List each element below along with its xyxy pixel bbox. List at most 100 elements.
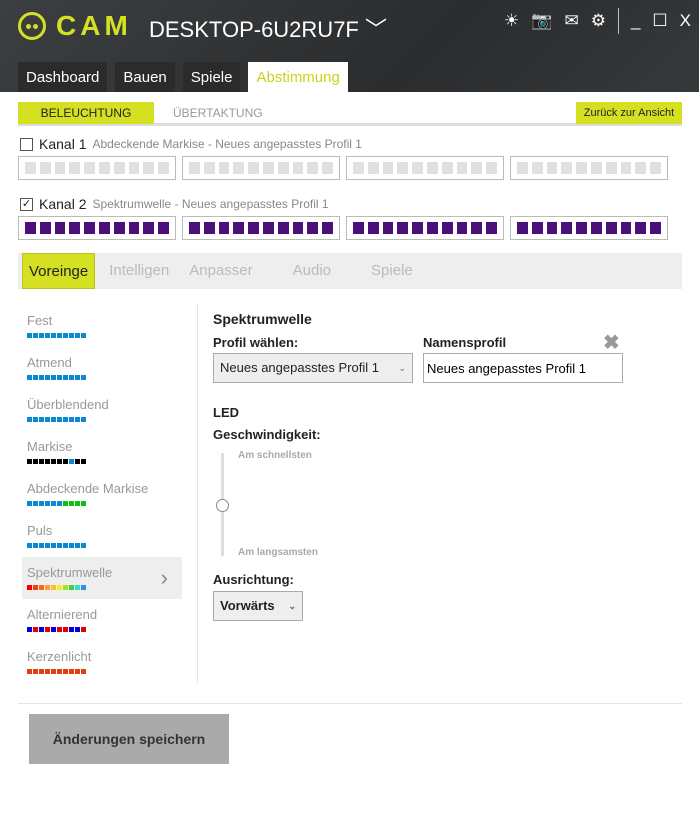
led <box>277 162 289 174</box>
mode-tab-audio[interactable]: Audio <box>287 253 337 289</box>
divider <box>18 703 682 704</box>
swatch-square <box>51 669 56 674</box>
delete-profile-icon[interactable]: ✖ <box>603 330 620 355</box>
swatch-square <box>63 375 68 380</box>
tab-bauen[interactable]: Bauen <box>115 62 175 92</box>
led-zone[interactable] <box>346 216 504 240</box>
led <box>561 162 573 174</box>
led <box>367 222 379 234</box>
led <box>531 162 543 174</box>
swatch-square <box>45 417 50 422</box>
led <box>113 222 125 234</box>
subtab-beleuchtung[interactable]: BELEUCHTUNG <box>18 102 154 124</box>
led <box>517 162 528 174</box>
speed-slider-handle[interactable] <box>216 498 229 512</box>
profile-select[interactable]: Neues angepasstes Profil 1 ⌄ <box>213 353 413 383</box>
channel-2-checkbox[interactable]: ✓ Kanal 2 Spektrumwelle - Neues angepasste… <box>20 196 329 212</box>
save-changes-button[interactable]: Änderungen speichern <box>29 714 229 764</box>
effect-item[interactable]: Alternierend <box>22 599 182 641</box>
speed-fast-label: Am schnellsten <box>238 450 312 461</box>
checkbox[interactable] <box>20 137 33 151</box>
swatch-square <box>81 627 86 632</box>
mode-tabs: Voreinge Intelligen Anpasser Audio Spiel… <box>18 253 682 289</box>
led-zone[interactable] <box>510 156 668 180</box>
led <box>471 222 483 234</box>
effect-name: Abdeckende Markise <box>27 481 149 496</box>
led <box>412 162 423 174</box>
led-zone[interactable] <box>182 216 340 240</box>
led <box>635 162 647 174</box>
mail-icon[interactable]: ✉ <box>564 11 578 31</box>
led <box>441 222 453 234</box>
led-zone[interactable] <box>18 156 176 180</box>
effect-item[interactable]: Abdeckende Markise <box>22 473 182 515</box>
effect-item[interactable]: Überblendend <box>22 389 182 431</box>
channel-description: Spektrumwelle - Neues angepasstes Profil… <box>92 197 329 211</box>
swatch-square <box>39 417 44 422</box>
camera-icon[interactable]: 📷 <box>531 11 552 31</box>
effect-item[interactable]: Markise <box>22 431 182 473</box>
swatch-square <box>75 669 80 674</box>
led-zone[interactable] <box>346 156 504 180</box>
effect-swatch <box>27 375 177 380</box>
led <box>546 162 558 174</box>
back-to-view-button[interactable]: Zurück zur Ansicht <box>576 102 682 124</box>
swatch-square <box>33 459 38 464</box>
led-zone[interactable] <box>182 156 340 180</box>
checkbox[interactable]: ✓ <box>20 197 33 211</box>
swatch-square <box>81 417 86 422</box>
led <box>307 222 319 234</box>
effect-swatch <box>27 585 177 590</box>
led <box>322 162 333 174</box>
led-zone[interactable] <box>18 216 176 240</box>
effect-item[interactable]: Puls <box>22 515 182 557</box>
mode-tab-smart[interactable]: Intelligen <box>103 253 175 289</box>
tab-dashboard[interactable]: Dashboard <box>18 62 108 92</box>
minimize-button[interactable]: _ <box>631 11 640 31</box>
swatch-square <box>69 375 74 380</box>
subtab-uebertaktung[interactable]: ÜBERTAKTUNG <box>173 102 263 124</box>
swatch-square <box>63 459 68 464</box>
mode-tab-custom[interactable]: Anpasser <box>183 253 258 289</box>
led <box>292 222 304 234</box>
close-button[interactable]: X <box>680 11 691 31</box>
effect-item[interactable]: Fest <box>22 305 182 347</box>
swatch-square <box>81 585 86 590</box>
brightness-icon[interactable]: ☀ <box>504 11 519 31</box>
swatch-square <box>57 585 62 590</box>
swatch-square <box>81 543 86 548</box>
swatch-square <box>75 417 80 422</box>
led <box>576 222 587 234</box>
mode-tab-presets[interactable]: Voreinge <box>22 253 96 289</box>
effect-item[interactable]: Kerzenlicht <box>22 641 182 683</box>
channel-1-checkbox[interactable]: Kanal 1 Abdeckende Markise - Neues angepa… <box>20 136 362 152</box>
effect-swatch <box>27 417 177 422</box>
swatch-square <box>39 627 44 632</box>
led <box>382 162 394 174</box>
tab-spiele[interactable]: Spiele <box>182 62 241 92</box>
swatch-square <box>57 543 62 548</box>
led <box>546 222 558 234</box>
chevron-down-icon: ﹀ <box>358 17 387 42</box>
led <box>248 222 259 234</box>
mode-tab-games[interactable]: Spiele <box>365 253 419 289</box>
speed-label: Geschwindigkeit: <box>213 427 321 442</box>
swatch-square <box>27 375 32 380</box>
effect-name: Kerzenlicht <box>27 649 92 664</box>
swatch-square <box>39 333 44 338</box>
maximize-button[interactable]: ☐ <box>652 11 667 31</box>
direction-select[interactable]: Vorwärts ⌄ <box>213 591 303 621</box>
effect-item[interactable]: Spektrumwelle › <box>22 557 182 599</box>
effect-item[interactable]: Atmend <box>22 347 182 389</box>
led <box>248 162 259 174</box>
led-zone[interactable] <box>510 216 668 240</box>
channel-1-leds <box>18 156 668 180</box>
device-selector[interactable]: DESKTOP-6U2RU7F ﹀ <box>149 12 387 44</box>
gear-icon[interactable]: ⚙ <box>591 11 606 31</box>
profile-name-input[interactable] <box>423 353 623 383</box>
tab-abstimmung[interactable]: Abstimmung <box>248 62 348 92</box>
swatch-square <box>63 669 68 674</box>
swatch-square <box>27 459 32 464</box>
effect-name: Markise <box>27 439 73 454</box>
led <box>605 222 617 234</box>
